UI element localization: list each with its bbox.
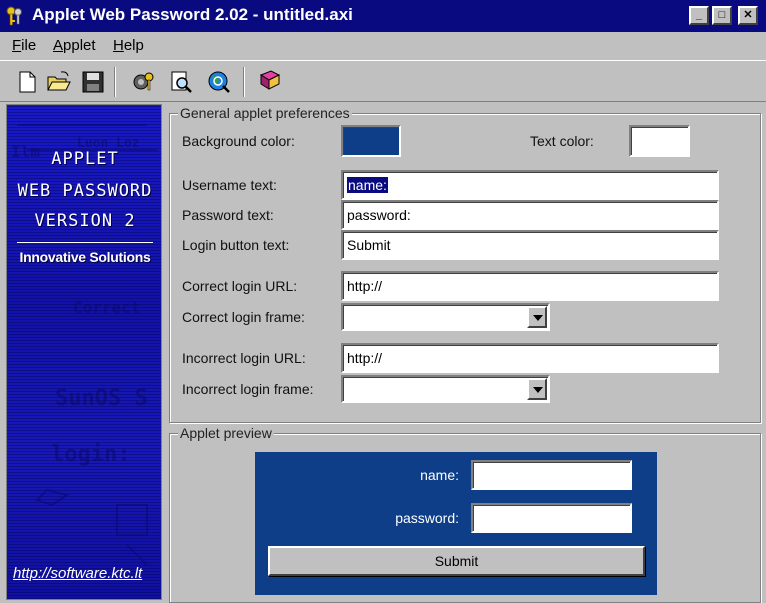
banner-title-line2: WEB PASSWORD [17, 181, 153, 201]
svg-text:SunOS S: SunOS S [55, 386, 148, 411]
banner-title-line3: VERSION 2 [34, 211, 136, 231]
username-text-label: Username text: [182, 177, 277, 193]
preview-name-input[interactable] [471, 460, 632, 490]
window-title: Applet Web Password 2.02 - untitled.axi [32, 5, 353, 24]
banner-company-name: Innovative Solutions [19, 249, 151, 265]
keys-app-icon [6, 6, 22, 26]
help-book-icon[interactable] [257, 69, 283, 95]
svg-text:login:: login: [51, 442, 130, 467]
preview-password-label: password: [395, 510, 459, 526]
svg-text:Correct: Correct [73, 298, 140, 317]
applet-preview-panel: name: password: Submit [255, 452, 657, 595]
toolbar [0, 60, 766, 102]
username-text-field[interactable]: name: [341, 170, 719, 200]
correct-login-frame-label: Correct login frame: [182, 309, 305, 325]
applet-preview-title: Applet preview [178, 425, 274, 441]
banner-title-line1: APPLET [51, 149, 119, 169]
minimize-button[interactable]: _ [689, 6, 709, 25]
toolbar-separator [114, 67, 116, 97]
save-disk-icon[interactable] [80, 69, 106, 95]
password-text-field[interactable]: password: [341, 200, 719, 230]
background-color-swatch[interactable] [341, 125, 401, 157]
chevron-down-icon[interactable] [527, 306, 547, 328]
chevron-down-icon[interactable] [527, 378, 547, 400]
menu-applet[interactable]: Applet [53, 37, 96, 54]
banner-divider [17, 242, 153, 243]
username-text-value: name: [347, 177, 388, 193]
correct-login-url-label: Correct login URL: [182, 278, 298, 294]
preview-password-input[interactable] [471, 503, 632, 533]
text-color-swatch[interactable] [629, 125, 690, 157]
browser-icon[interactable] [206, 69, 232, 95]
incorrect-login-frame-select[interactable] [341, 375, 550, 403]
preview-name-label: name: [420, 467, 459, 483]
menu-bar: File Applet Help [0, 32, 766, 58]
title-bar[interactable]: Applet Web Password 2.02 - untitled.axi … [0, 0, 766, 32]
incorrect-login-url-label: Incorrect login URL: [182, 350, 306, 366]
incorrect-login-url-field[interactable]: http:// [341, 343, 719, 373]
new-file-icon[interactable] [14, 69, 40, 95]
menu-help[interactable]: Help [113, 37, 144, 54]
close-button[interactable]: ✕ [738, 6, 758, 25]
correct-login-url-field[interactable]: http:// [341, 271, 719, 301]
login-button-text-label: Login button text: [182, 237, 290, 253]
maximize-button[interactable]: □ [712, 6, 732, 25]
login-button-text-field[interactable]: Submit [341, 230, 719, 260]
text-color-label: Text color: [530, 133, 594, 149]
settings-icon[interactable] [130, 69, 156, 95]
general-preferences-title: General applet preferences [178, 105, 352, 121]
product-banner: Ilm Luon Loz Correct SunOS S login: APPL… [6, 104, 162, 600]
preview-icon[interactable] [168, 69, 194, 95]
password-text-label: Password text: [182, 207, 274, 223]
preview-submit-button[interactable]: Submit [268, 546, 645, 576]
banner-background-graphic: Ilm Luon Loz Correct SunOS S login: [11, 124, 157, 566]
incorrect-login-frame-label: Incorrect login frame: [182, 381, 314, 397]
banner-website-link[interactable]: http://software.ktc.lt [13, 565, 161, 582]
open-folder-icon[interactable] [46, 69, 72, 95]
toolbar-separator [243, 67, 245, 97]
background-color-label: Background color: [182, 133, 295, 149]
correct-login-frame-select[interactable] [341, 303, 550, 331]
menu-file[interactable]: File [12, 37, 36, 54]
